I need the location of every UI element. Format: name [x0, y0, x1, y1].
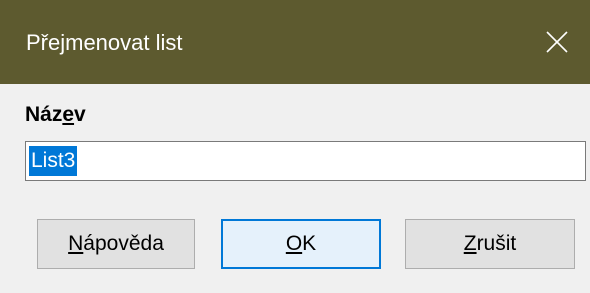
selected-text: List3	[29, 146, 78, 176]
sheet-name-input[interactable]: List3	[25, 141, 586, 181]
dialog-content: Název List3 Nápověda OK Zrušit	[0, 84, 590, 293]
cancel-button[interactable]: Zrušit	[405, 219, 575, 269]
rename-sheet-dialog: Přejmenovat list Název List3 Nápověda OK…	[0, 0, 590, 293]
help-button[interactable]: Nápověda	[37, 219, 195, 269]
name-label: Název	[25, 103, 86, 126]
close-icon	[546, 31, 568, 53]
dialog-title: Přejmenovat list	[26, 30, 183, 55]
close-button[interactable]	[526, 0, 590, 84]
title-bar[interactable]: Přejmenovat list	[0, 0, 590, 84]
ok-button[interactable]: OK	[221, 219, 381, 269]
